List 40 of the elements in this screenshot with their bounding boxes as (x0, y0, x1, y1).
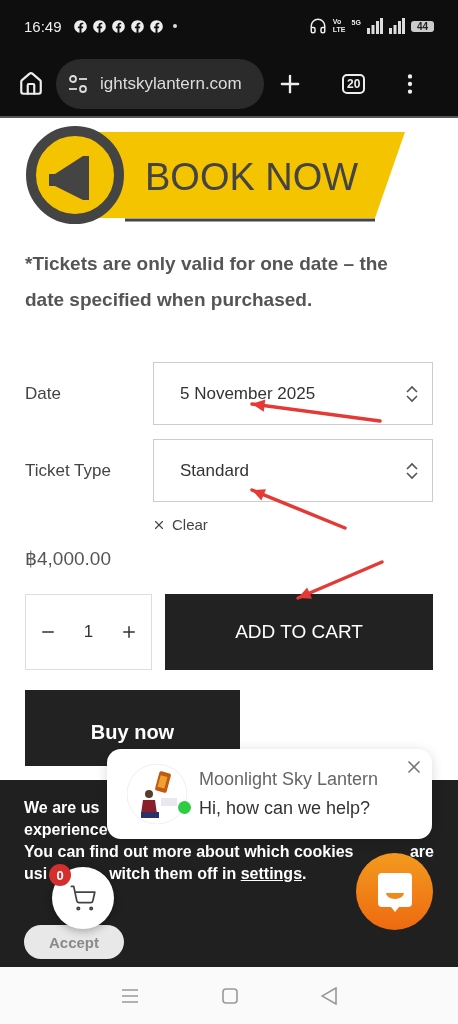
home-icon[interactable] (18, 71, 44, 97)
notification-icon (149, 19, 163, 33)
notification-icon (73, 19, 87, 33)
cookie-text: You can find out more about which cookies (24, 842, 354, 862)
field-label: Date (25, 383, 62, 404)
price: ฿4,000.00 (25, 547, 112, 570)
cookie-text: usi (24, 864, 48, 884)
status-time: 16:49 (24, 17, 62, 35)
up-down-chevron-icon (406, 461, 418, 480)
signal-icon (388, 18, 405, 34)
notification-icon (92, 19, 106, 33)
battery-indicator: 44 (410, 20, 434, 32)
cookie-text: We are us (24, 798, 100, 818)
signal-icon (366, 18, 383, 34)
settings-link[interactable]: settings (240, 865, 303, 882)
back-icon[interactable] (320, 986, 337, 1005)
up-down-chevron-icon (406, 384, 418, 403)
home-button-icon[interactable] (222, 987, 238, 1004)
field-label: Ticket Type (25, 460, 112, 481)
headphones-icon (308, 17, 327, 35)
notification-icon (130, 19, 144, 33)
select-field[interactable]: Standard (153, 439, 433, 502)
chat-popup[interactable]: Moonlight Sky Lantern Hi, how can we help? (107, 749, 432, 839)
tab-switcher[interactable]: 20 (342, 74, 366, 94)
select-field[interactable]: 5 November 2025 (153, 362, 433, 425)
quantity-stepper[interactable]: 1 (25, 594, 152, 670)
cart-icon (69, 884, 97, 912)
clear-link[interactable]: Clear (152, 516, 433, 533)
cookie-text: are (409, 842, 434, 862)
quantity-value: 1 (83, 622, 94, 642)
more-notifications-icon (172, 24, 177, 28)
chat-title: Moonlight Sky Lantern (199, 769, 379, 790)
chat-message: Hi, how can we help? (199, 798, 372, 819)
site-settings-icon (68, 75, 88, 93)
add-to-cart-button[interactable]: ADD TO CART (165, 594, 433, 670)
chat-bubble-icon (375, 870, 414, 913)
ticket-notice: *Tickets are only valid for one date – the date specified when purchased. (25, 252, 389, 312)
notification-icon (111, 19, 125, 33)
address-bar[interactable]: ightskylantern.com (56, 59, 264, 109)
cookie-text: experience (24, 820, 108, 840)
